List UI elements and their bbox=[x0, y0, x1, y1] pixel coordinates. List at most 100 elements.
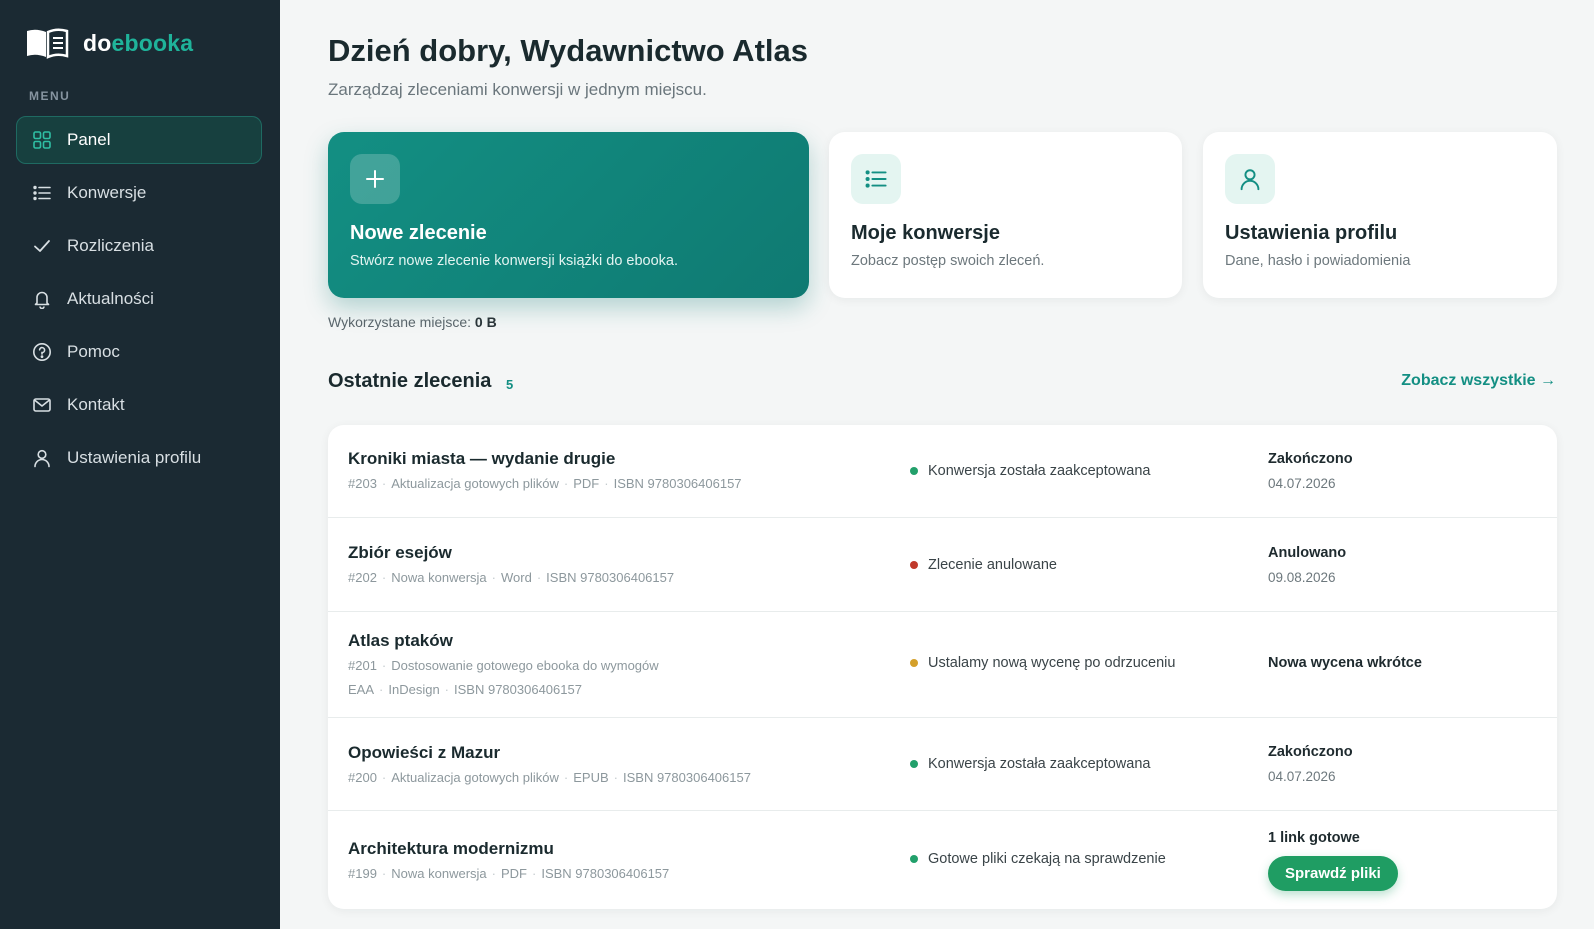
order-format: InDesign bbox=[388, 682, 440, 697]
order-row-200[interactable]: Opowieści z Mazur #200 · Aktualizacja goto… bbox=[328, 718, 1557, 811]
status-dot bbox=[910, 467, 918, 475]
status-dot bbox=[910, 855, 918, 863]
order-date: 04.07.2026 bbox=[1268, 769, 1336, 784]
order-isbn: ISBN 9780306406157 bbox=[613, 476, 742, 491]
sidebar-item-ustawienia-profilu[interactable]: Ustawienia profilu bbox=[16, 434, 262, 482]
order-meta: #200 · Aktualizacja gotowych plików · EPUB · I… bbox=[348, 770, 751, 785]
menu-heading: MENU bbox=[29, 89, 71, 103]
status-text: Zlecenie anulowane bbox=[928, 557, 1057, 573]
order-date: 04.07.2026 bbox=[1268, 476, 1336, 491]
status-dot bbox=[910, 561, 918, 569]
order-state-label: Zakończono bbox=[1268, 744, 1353, 760]
profile-settings-card[interactable]: Ustawienia profilu Dane, hasło i powiado… bbox=[1203, 132, 1557, 298]
order-state-label: Zakończono bbox=[1268, 451, 1353, 467]
check-files-button[interactable]: Sprawdź pliki bbox=[1268, 856, 1398, 891]
status-text: Konwersja została zaakceptowana bbox=[928, 463, 1151, 479]
card-description: Zobacz postęp swoich zleceń. bbox=[851, 253, 1045, 269]
sidebar-item-label: Kontakt bbox=[67, 395, 125, 414]
page-subtitle: Zarządzaj zleceniami konwersji w jednym … bbox=[328, 80, 707, 99]
order-isbn: ISBN 9780306406157 bbox=[546, 570, 675, 585]
new-order-card[interactable]: Nowe zlecenie Stwórz nowe zlecenie konwe… bbox=[328, 132, 809, 298]
sidebar-item-label: Panel bbox=[67, 130, 111, 149]
sidebar-item-rozliczenia[interactable]: Rozliczenia bbox=[16, 222, 262, 270]
order-format: PDF bbox=[500, 866, 527, 881]
order-format: Word bbox=[500, 570, 532, 585]
order-row-201[interactable]: Atlas ptaków #201 · Dostosowanie gotowego … bbox=[328, 612, 1557, 718]
storage-value: 0 B bbox=[474, 314, 497, 330]
order-status: Zlecenie anulowane bbox=[910, 557, 1057, 573]
page-title: Dzień dobry, Wydawnictwo Atlas bbox=[328, 33, 808, 68]
user-icon bbox=[1225, 154, 1275, 204]
order-id: #199 bbox=[348, 866, 377, 881]
plus-icon bbox=[350, 154, 400, 204]
order-row-203[interactable]: Kroniki miasta — wydanie drugie #203 · Akt… bbox=[328, 425, 1557, 518]
card-description: Stwórz nowe zlecenie konwersji książki d… bbox=[350, 253, 679, 269]
status-text: Gotowe pliki czekają na sprawdzenie bbox=[928, 851, 1166, 867]
order-state-label: Nowa wycena wkrótce bbox=[1268, 655, 1422, 671]
order-id: #201 bbox=[348, 658, 377, 673]
card-title: Nowe zlecenie bbox=[350, 222, 487, 244]
order-format: EPUB bbox=[573, 770, 609, 785]
order-meta: #201 · Dostosowanie gotowego ebooka do wym… bbox=[348, 658, 659, 697]
grid-icon bbox=[31, 129, 53, 151]
card-title: Moje konwersje bbox=[851, 222, 1000, 244]
status-text: Ustalamy nową wycenę po odrzuceniu bbox=[928, 655, 1176, 671]
order-type: Nowa konwersja bbox=[391, 570, 487, 585]
sidebar-item-label: Pomoc bbox=[67, 342, 120, 361]
book-logo-icon bbox=[27, 28, 69, 59]
sidebar-item-label: Ustawienia profilu bbox=[67, 448, 202, 467]
order-status: Ustalamy nową wycenę po odrzuceniu bbox=[910, 655, 1175, 671]
mail-icon bbox=[31, 394, 53, 416]
sidebar-nav: Panel Konwersje Rozliczenia Aktualności … bbox=[16, 116, 262, 487]
status-dot bbox=[910, 760, 918, 768]
sidebar-item-kontakt[interactable]: Kontakt bbox=[16, 381, 262, 429]
order-type: Aktualizacja gotowych plików bbox=[391, 476, 559, 491]
order-id: #202 bbox=[348, 570, 377, 585]
see-all-link[interactable]: Zobacz wszystkie → bbox=[1401, 372, 1556, 390]
status-text: Konwersja została zaakceptowana bbox=[928, 756, 1151, 772]
order-status: Konwersja została zaakceptowana bbox=[910, 756, 1150, 772]
order-isbn: ISBN 9780306406157 bbox=[623, 770, 751, 785]
brand-name-part2: ebooka bbox=[111, 29, 194, 56]
order-date: 09.08.2026 bbox=[1268, 570, 1336, 585]
order-status: Konwersja została zaakceptowana bbox=[910, 463, 1150, 479]
check-icon bbox=[31, 235, 53, 257]
order-title: Opowieści z Mazur bbox=[348, 743, 501, 762]
sidebar-item-label: Konwersje bbox=[67, 183, 147, 202]
sidebar-item-panel[interactable]: Panel bbox=[16, 116, 262, 164]
order-type: Aktualizacja gotowych plików bbox=[391, 770, 559, 785]
order-id: #203 bbox=[348, 476, 377, 491]
order-meta: #202 · Nowa konwersja · Word · ISBN 9780306406… bbox=[348, 570, 675, 585]
brand-name: doebooka bbox=[83, 30, 193, 57]
sidebar-item-konwersje[interactable]: Konwersje bbox=[16, 169, 262, 217]
order-format: PDF bbox=[573, 476, 600, 491]
order-state-label: 1 link gotowe bbox=[1268, 830, 1360, 846]
order-type: Nowa konwersja bbox=[391, 866, 487, 881]
brand-logo[interactable]: doebooka bbox=[25, 26, 193, 60]
storage-label: Wykorzystane miejsce: bbox=[328, 314, 472, 330]
help-circle-icon bbox=[31, 341, 53, 363]
sidebar-item-label: Rozliczenia bbox=[67, 236, 154, 255]
order-row-199[interactable]: Architektura modernizmu #199 · Nowa konwer… bbox=[328, 811, 1557, 909]
recent-orders-count: 5 bbox=[506, 377, 514, 392]
order-state-label: Anulowano bbox=[1268, 545, 1347, 561]
order-meta: #203 · Aktualizacja gotowych plików · PDF · IS… bbox=[348, 476, 742, 491]
order-title: Architektura modernizmu bbox=[348, 839, 554, 858]
storage-usage: Wykorzystane miejsce: 0 B bbox=[328, 314, 497, 330]
sidebar-item-pomoc[interactable]: Pomoc bbox=[16, 328, 262, 376]
bell-icon bbox=[31, 288, 53, 310]
recent-orders-title: Ostatnie zlecenia bbox=[328, 370, 492, 392]
sidebar-item-aktualnosci[interactable]: Aktualności bbox=[16, 275, 262, 323]
order-meta: #199 · Nowa konwersja · PDF · ISBN 97803064061… bbox=[348, 866, 670, 881]
brand-name-part1: do bbox=[83, 29, 112, 56]
order-isbn: ISBN 9780306406157 bbox=[541, 866, 670, 881]
card-title: Ustawienia profilu bbox=[1225, 222, 1398, 244]
list-icon bbox=[851, 154, 901, 204]
my-conversions-card[interactable]: Moje konwersje Zobacz postęp swoich zlec… bbox=[829, 132, 1182, 298]
order-row-202[interactable]: Zbiór esejów #202 · Nowa konwersja · Word · IS… bbox=[328, 518, 1557, 612]
card-description: Dane, hasło i powiadomienia bbox=[1225, 253, 1411, 269]
recent-orders-list: Kroniki miasta — wydanie drugie #203 · Akt… bbox=[328, 425, 1557, 909]
order-id: #200 bbox=[348, 770, 377, 785]
status-dot bbox=[910, 659, 918, 667]
order-title: Atlas ptaków bbox=[348, 631, 453, 650]
